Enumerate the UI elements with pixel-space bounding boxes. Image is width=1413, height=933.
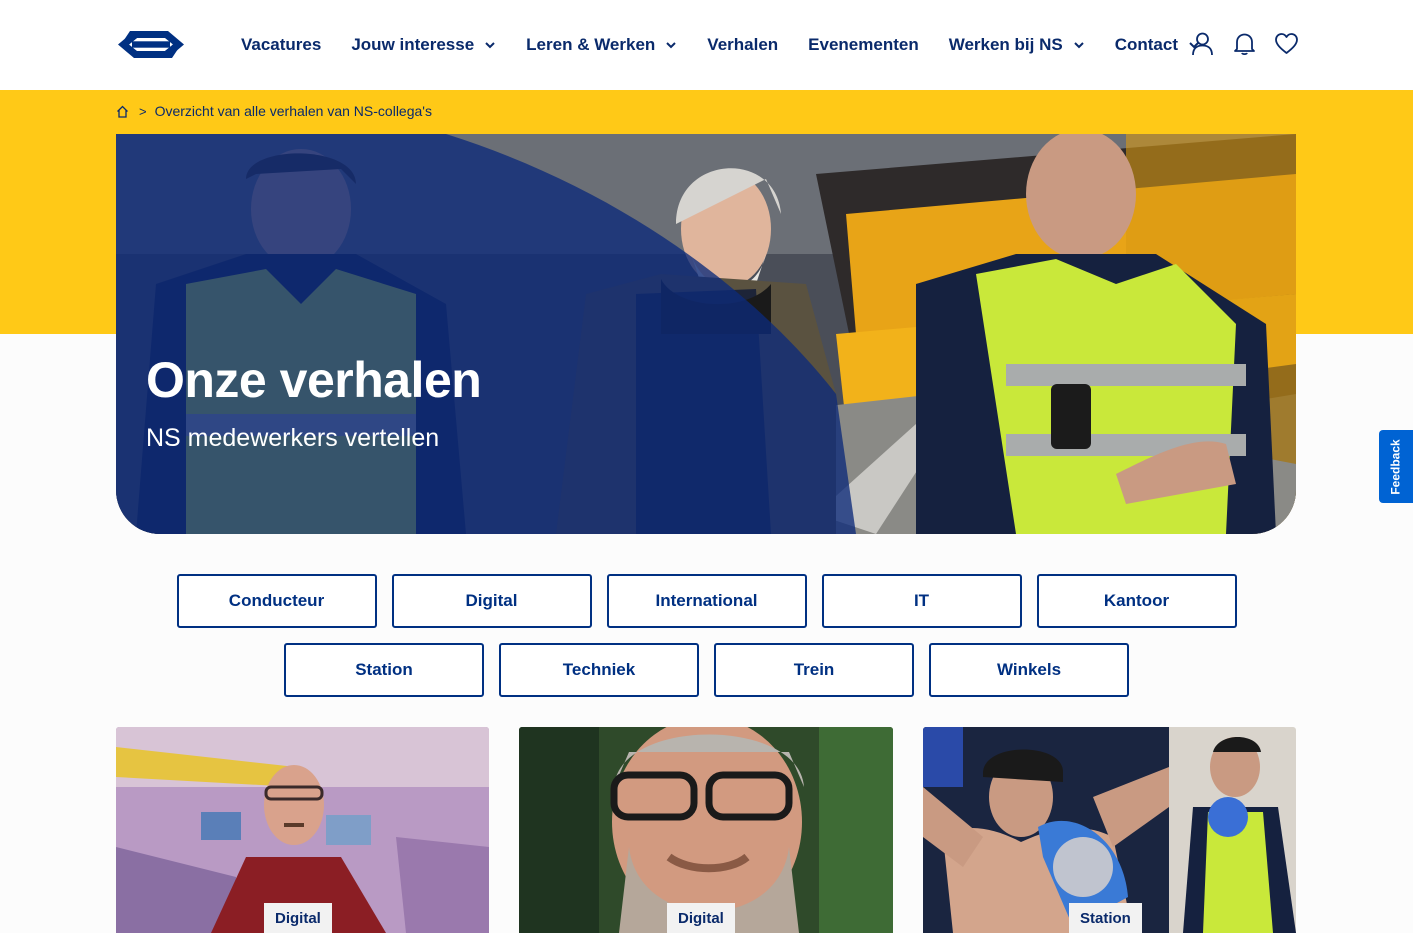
- filter-digital-button[interactable]: Digital: [391, 574, 592, 628]
- category-filters: Conducteur Digital International IT Kant…: [0, 574, 1413, 712]
- nav-leren-werken[interactable]: Leren & Werken: [511, 0, 692, 90]
- story-card[interactable]: Station: [923, 727, 1296, 933]
- nav-jouw-interesse[interactable]: Jouw interesse: [336, 0, 511, 90]
- filter-kantoor-button[interactable]: Kantoor: [1036, 574, 1237, 628]
- story-card[interactable]: Digital: [519, 727, 893, 933]
- nav-label: Werken bij NS: [948, 35, 1063, 54]
- story-tag: Digital: [667, 903, 735, 933]
- nav-vacatures[interactable]: Vacatures: [226, 0, 336, 90]
- nav-label: Contact: [1114, 35, 1178, 54]
- filter-conducteur-button[interactable]: Conducteur: [176, 574, 377, 628]
- chevron-down-icon: [666, 42, 677, 49]
- nav-label: Jouw interesse: [351, 35, 475, 54]
- site-header: Vacatures Jouw interesse Leren & Werken …: [0, 0, 1413, 90]
- nav-evenementen[interactable]: Evenementen: [793, 0, 934, 90]
- chevron-down-icon: [1074, 42, 1084, 49]
- hero-banner: Onze verhalen NS medewerkers vertellen: [116, 134, 1296, 534]
- nav-label: Vacatures: [241, 35, 322, 54]
- nav-label: Leren & Werken: [526, 35, 656, 54]
- filter-techniek-button[interactable]: Techniek: [499, 643, 699, 697]
- filter-row-2: Station Techniek Trein Winkels: [0, 643, 1413, 697]
- filter-international-button[interactable]: International: [606, 574, 807, 628]
- story-cards: Digital Digital Station: [116, 727, 1296, 933]
- chevron-down-icon: [485, 42, 495, 49]
- ns-logo[interactable]: [116, 28, 186, 61]
- user-icon[interactable]: [1190, 31, 1215, 56]
- heart-icon[interactable]: [1274, 31, 1299, 56]
- filter-it-button[interactable]: IT: [821, 574, 1022, 628]
- bell-icon[interactable]: [1232, 31, 1257, 56]
- hero-subtitle: NS medewerkers vertellen: [146, 424, 440, 452]
- filter-winkels-button[interactable]: Winkels: [929, 643, 1129, 697]
- breadcrumb-current: Overzicht van alle verhalen van NS-colle…: [154, 103, 432, 119]
- story-card[interactable]: Digital: [116, 727, 489, 933]
- breadcrumb-separator: >: [139, 103, 147, 119]
- breadcrumb: > Overzicht van alle verhalen van NS-col…: [116, 103, 432, 119]
- header-icons: [1190, 31, 1299, 56]
- nav-label: Evenementen: [808, 35, 919, 54]
- main-nav: Vacatures Jouw interesse Leren & Werken …: [226, 0, 1215, 90]
- home-icon[interactable]: [116, 105, 129, 118]
- filter-station-button[interactable]: Station: [284, 643, 484, 697]
- nav-werken-bij-ns[interactable]: Werken bij NS: [934, 0, 1100, 90]
- nav-label: Verhalen: [707, 35, 779, 54]
- nav-verhalen[interactable]: Verhalen: [692, 0, 793, 90]
- hero-title: Onze verhalen: [146, 352, 482, 408]
- hero-image: [116, 134, 1296, 534]
- feedback-tab[interactable]: Feedback: [1379, 430, 1413, 503]
- filter-trein-button[interactable]: Trein: [714, 643, 914, 697]
- feedback-label: Feedback: [1389, 438, 1404, 495]
- filter-row-1: Conducteur Digital International IT Kant…: [0, 574, 1413, 628]
- story-tag: Digital: [264, 903, 332, 933]
- story-tag: Station: [1069, 903, 1142, 933]
